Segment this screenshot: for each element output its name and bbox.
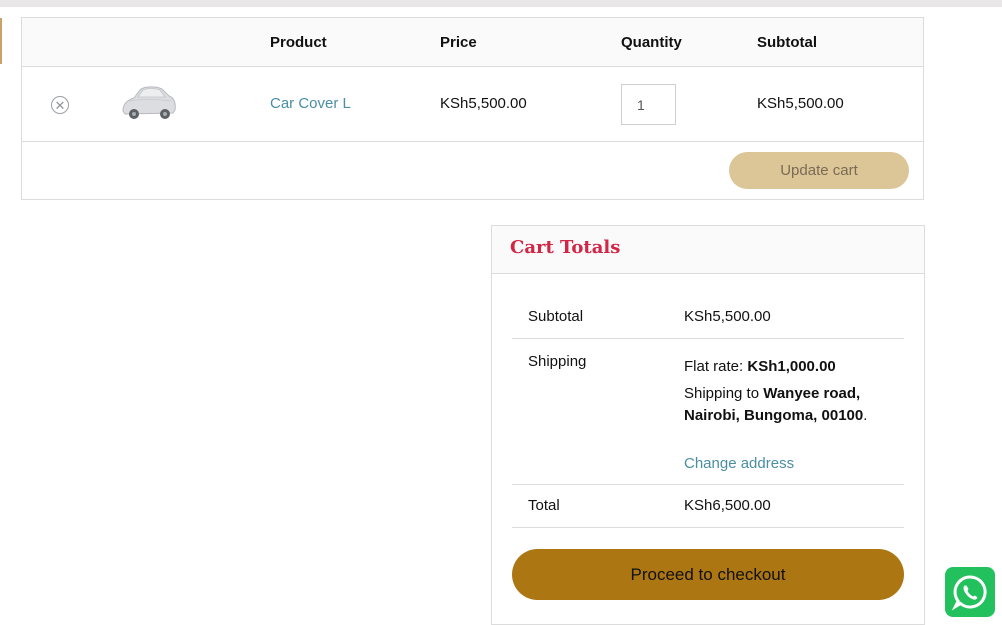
- update-cart-button[interactable]: Update cart: [729, 152, 909, 189]
- subtotal-row: Subtotal KSh5,500.00: [512, 296, 904, 339]
- whatsapp-icon[interactable]: [945, 567, 995, 617]
- header-product: Product: [270, 34, 327, 51]
- shipping-label: Shipping: [528, 353, 587, 370]
- product-price: KSh5,500.00: [440, 95, 527, 112]
- cart-totals-title: Cart Totals: [510, 237, 621, 258]
- cart-table: Product Price Quantity Subtotal ✕ Car Co…: [21, 17, 924, 200]
- header-price: Price: [440, 34, 477, 51]
- total-row: Total KSh6,500.00: [512, 485, 904, 528]
- shipping-address-suffix: .: [863, 407, 868, 424]
- header-quantity: Quantity: [621, 34, 682, 51]
- total-value: KSh6,500.00: [684, 497, 771, 514]
- shipping-method: Flat rate: KSh1,000.00: [684, 356, 889, 378]
- header-subtotal: Subtotal: [757, 34, 817, 51]
- shipping-destination: Shipping to Wanyee road, Nairobi, Bungom…: [684, 383, 889, 427]
- cart-item-row: ✕ Car Cover L KSh5,500.00 KSh5,500.00: [22, 67, 923, 142]
- shipping-method-prefix: Flat rate:: [684, 358, 748, 375]
- change-address-container: Change address: [684, 453, 889, 475]
- shipping-row: Shipping Flat rate: KSh1,000.00 Shipping…: [512, 339, 904, 485]
- remove-item-icon[interactable]: ✕: [51, 96, 69, 114]
- cart-totals-header: Cart Totals: [492, 226, 924, 274]
- shipping-details: Flat rate: KSh1,000.00 Shipping to Wanye…: [684, 356, 889, 475]
- subtotal-value: KSh5,500.00: [684, 308, 771, 325]
- quantity-input[interactable]: [621, 84, 676, 125]
- product-name-link[interactable]: Car Cover L: [270, 95, 351, 112]
- cart-table-header: Product Price Quantity Subtotal: [22, 18, 923, 67]
- whatsapp-glyph-icon: [951, 575, 987, 611]
- item-subtotal: KSh5,500.00: [757, 95, 844, 112]
- product-thumbnail[interactable]: [119, 84, 177, 124]
- shipping-to-prefix: Shipping to: [684, 385, 764, 402]
- cart-totals-panel: Cart Totals Subtotal KSh5,500.00 Shippin…: [491, 225, 925, 625]
- change-address-link[interactable]: Change address: [684, 455, 794, 472]
- shipping-rate: KSh1,000.00: [747, 358, 836, 375]
- total-label: Total: [528, 497, 560, 514]
- proceed-to-checkout-button[interactable]: Proceed to checkout: [512, 549, 904, 600]
- top-bar: [0, 0, 1002, 7]
- subtotal-label: Subtotal: [528, 308, 584, 325]
- left-accent-bar: [0, 18, 2, 64]
